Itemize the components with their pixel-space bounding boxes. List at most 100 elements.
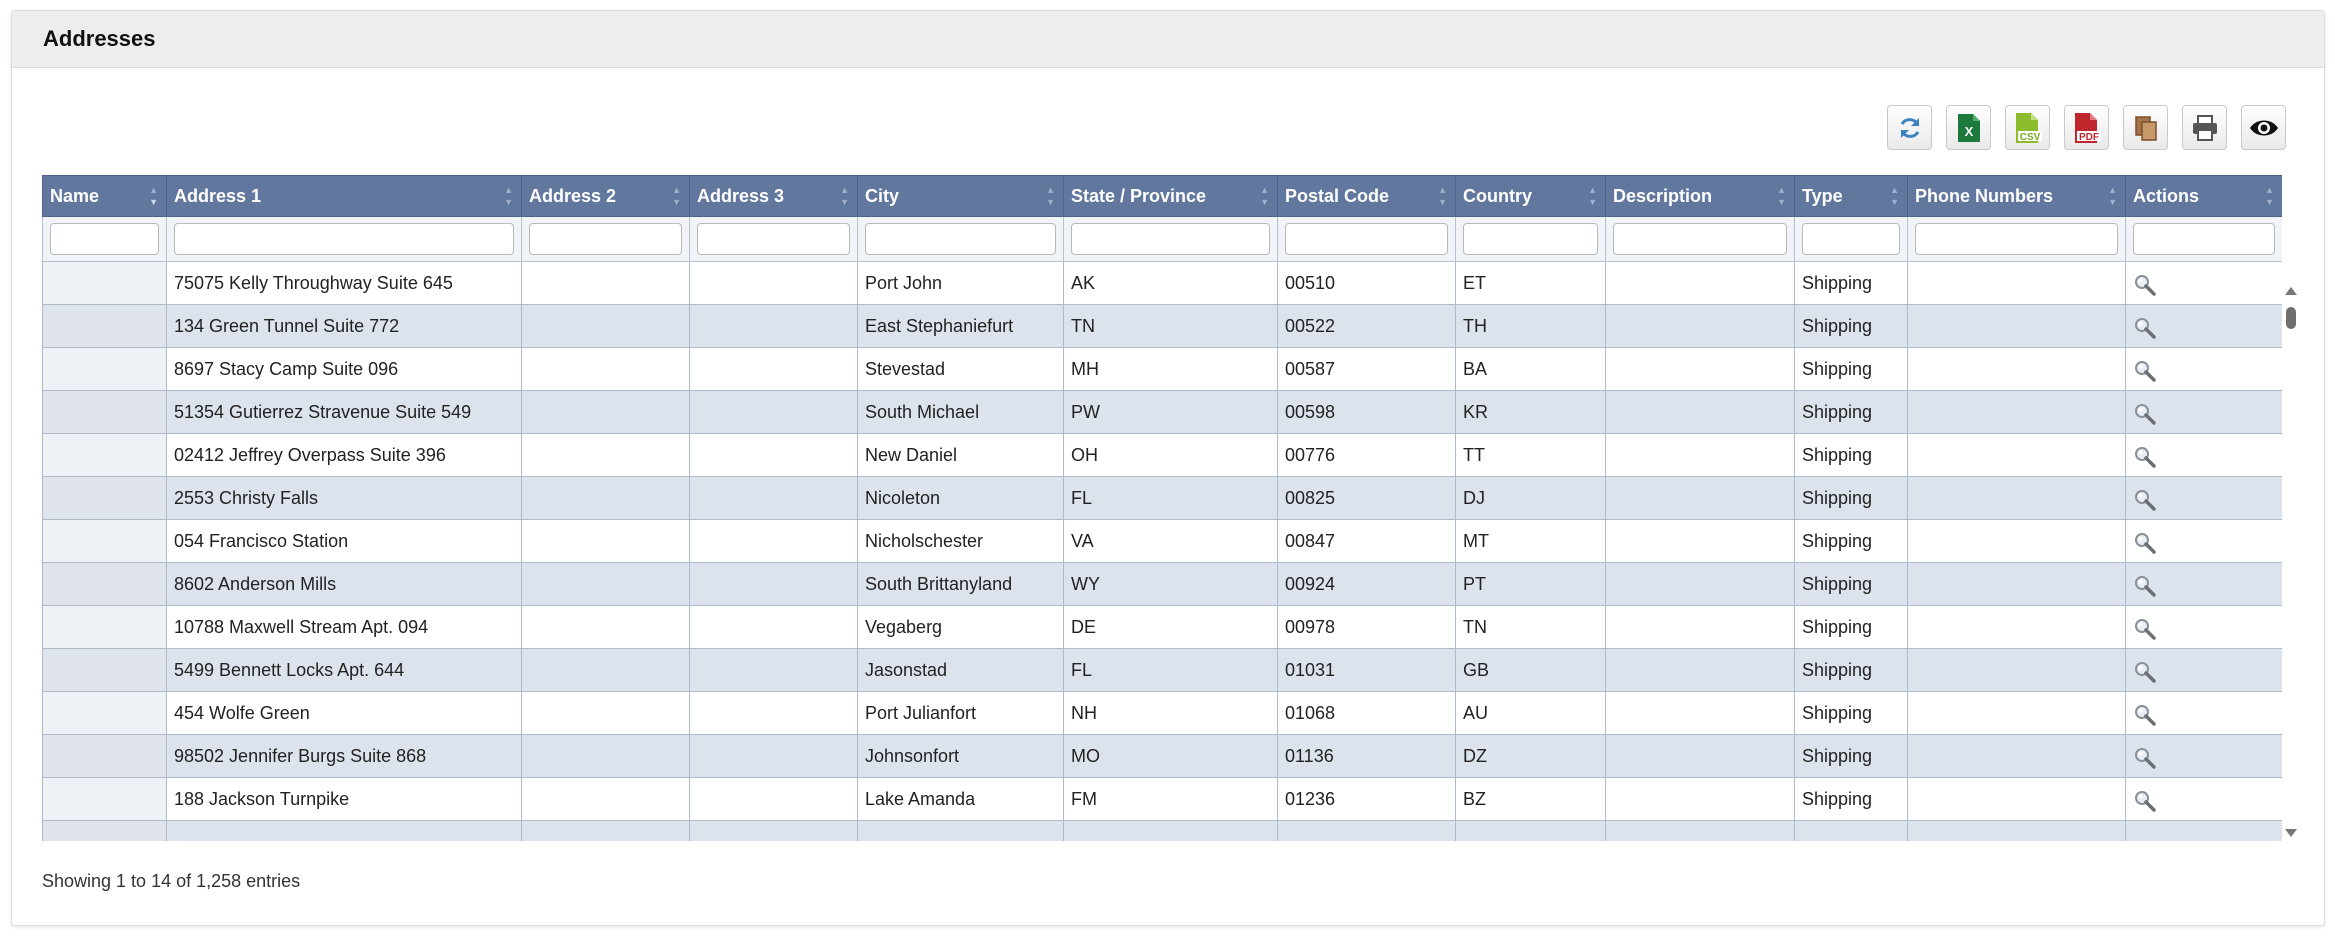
filter-address2-input[interactable] (529, 223, 682, 255)
refresh-button[interactable] (1887, 105, 1932, 150)
cell-actions (2125, 390, 2282, 434)
cell-postal: 01031 (1277, 648, 1456, 692)
view-button[interactable] (2133, 273, 2157, 302)
column-header-phone-numbers[interactable]: Phone Numbers ▲ ▼ (1907, 175, 2126, 217)
view-button[interactable] (2133, 617, 2157, 646)
view-button[interactable] (2133, 445, 2157, 474)
cell-postal (1277, 820, 1456, 841)
sort-icon: ▲ ▼ (1438, 185, 1447, 207)
scroll-up-arrow[interactable] (2285, 287, 2297, 295)
scroll-down-arrow[interactable] (2285, 829, 2297, 837)
table-row: 188 Jackson Turnpike Lake Amanda FM 01236 BZ… (42, 777, 2282, 821)
view-button[interactable] (2133, 789, 2157, 818)
cell-address3 (689, 777, 858, 821)
cell-name (42, 691, 167, 735)
cell-type: Shipping (1794, 390, 1908, 434)
table-scrollbar[interactable] (2282, 283, 2300, 841)
cell-country: KR (1455, 390, 1606, 434)
filter-postal-code-input[interactable] (1285, 223, 1448, 255)
cell-name (42, 648, 167, 692)
column-header-city[interactable]: City ▲ ▼ (857, 175, 1064, 217)
view-button[interactable] (2133, 574, 2157, 603)
print-button[interactable] (2182, 105, 2227, 150)
cell-address2 (521, 734, 690, 778)
view-button[interactable] (2133, 402, 2157, 431)
view-button[interactable] (2133, 703, 2157, 732)
column-header-actions[interactable]: Actions ▲ ▼ (2125, 175, 2282, 217)
column-header-address2[interactable]: Address 2 ▲ ▼ (521, 175, 690, 217)
cell-state: FL (1063, 476, 1278, 520)
cell-address2 (521, 519, 690, 563)
filter-state-input[interactable] (1071, 223, 1270, 255)
magnifier-icon (2135, 704, 2156, 726)
filter-name-input[interactable] (50, 223, 159, 255)
cell-address2 (521, 476, 690, 520)
view-button[interactable] (2133, 488, 2157, 517)
cell-postal: 00776 (1277, 433, 1456, 477)
cell-state (1063, 820, 1278, 841)
export-excel-button[interactable]: X (1946, 105, 1991, 150)
table-row (42, 820, 2282, 841)
table-row: 8602 Anderson Mills South Brittanyland WY 0… (42, 562, 2282, 606)
view-button[interactable] (2133, 746, 2157, 775)
cell-phones (1907, 691, 2126, 735)
column-visibility-button[interactable] (2241, 105, 2286, 150)
view-button[interactable] (2133, 359, 2157, 388)
column-header-postal-code[interactable]: Postal Code ▲ ▼ (1277, 175, 1456, 217)
column-header-state[interactable]: State / Province ▲ ▼ (1063, 175, 1278, 217)
scroll-thumb[interactable] (2286, 307, 2296, 329)
view-button[interactable] (2133, 316, 2157, 345)
view-button[interactable] (2133, 531, 2157, 560)
cell-address3 (689, 734, 858, 778)
cell-state: MO (1063, 734, 1278, 778)
cell-actions (2125, 304, 2282, 348)
sort-icon: ▲ ▼ (1890, 185, 1899, 207)
cell-address1: 5499 Bennett Locks Apt. 644 (166, 648, 522, 692)
column-header-country[interactable]: Country ▲ ▼ (1455, 175, 1606, 217)
filter-city-input[interactable] (865, 223, 1056, 255)
cell-actions (2125, 519, 2282, 563)
cell-state: FL (1063, 648, 1278, 692)
filter-description-input[interactable] (1613, 223, 1787, 255)
cell-phones (1907, 519, 2126, 563)
cell-name (42, 347, 167, 391)
view-button[interactable] (2133, 660, 2157, 689)
filter-address3-input[interactable] (697, 223, 850, 255)
filter-actions-input[interactable] (2133, 223, 2275, 255)
cell-address2 (521, 605, 690, 649)
cell-actions (2125, 605, 2282, 649)
cell-country: GB (1455, 648, 1606, 692)
cell-address1: 054 Francisco Station (166, 519, 522, 563)
cell-postal: 00522 (1277, 304, 1456, 348)
filter-type-input[interactable] (1802, 223, 1900, 255)
cell-city: Johnsonfort (857, 734, 1064, 778)
column-header-address3[interactable]: Address 3 ▲ ▼ (689, 175, 858, 217)
column-header-type[interactable]: Type ▲ ▼ (1794, 175, 1908, 217)
cell-description (1605, 734, 1795, 778)
export-csv-button[interactable]: CSV (2005, 105, 2050, 150)
cell-country (1455, 820, 1606, 841)
filter-phone-numbers-input[interactable] (1915, 223, 2118, 255)
cell-address1: 8697 Stacy Camp Suite 096 (166, 347, 522, 391)
sort-icon: ▲ ▼ (149, 185, 158, 207)
cell-city: Port Julianfort (857, 691, 1064, 735)
magnifier-icon (2135, 575, 2156, 597)
column-header-name[interactable]: Name ▲ ▼ (42, 175, 167, 217)
column-header-description[interactable]: Description ▲ ▼ (1605, 175, 1795, 217)
cell-description (1605, 433, 1795, 477)
cell-state: FM (1063, 777, 1278, 821)
cell-actions (2125, 433, 2282, 477)
copy-button[interactable] (2123, 105, 2168, 150)
column-header-address1[interactable]: Address 1 ▲ ▼ (166, 175, 522, 217)
cell-city (857, 820, 1064, 841)
filter-country-input[interactable] (1463, 223, 1598, 255)
cell-address3 (689, 648, 858, 692)
export-pdf-button[interactable]: PDF (2064, 105, 2109, 150)
cell-postal: 00510 (1277, 261, 1456, 305)
filter-address1-input[interactable] (174, 223, 514, 255)
cell-address3 (689, 691, 858, 735)
cell-type: Shipping (1794, 734, 1908, 778)
cell-postal: 00978 (1277, 605, 1456, 649)
cell-state: NH (1063, 691, 1278, 735)
cell-state: AK (1063, 261, 1278, 305)
